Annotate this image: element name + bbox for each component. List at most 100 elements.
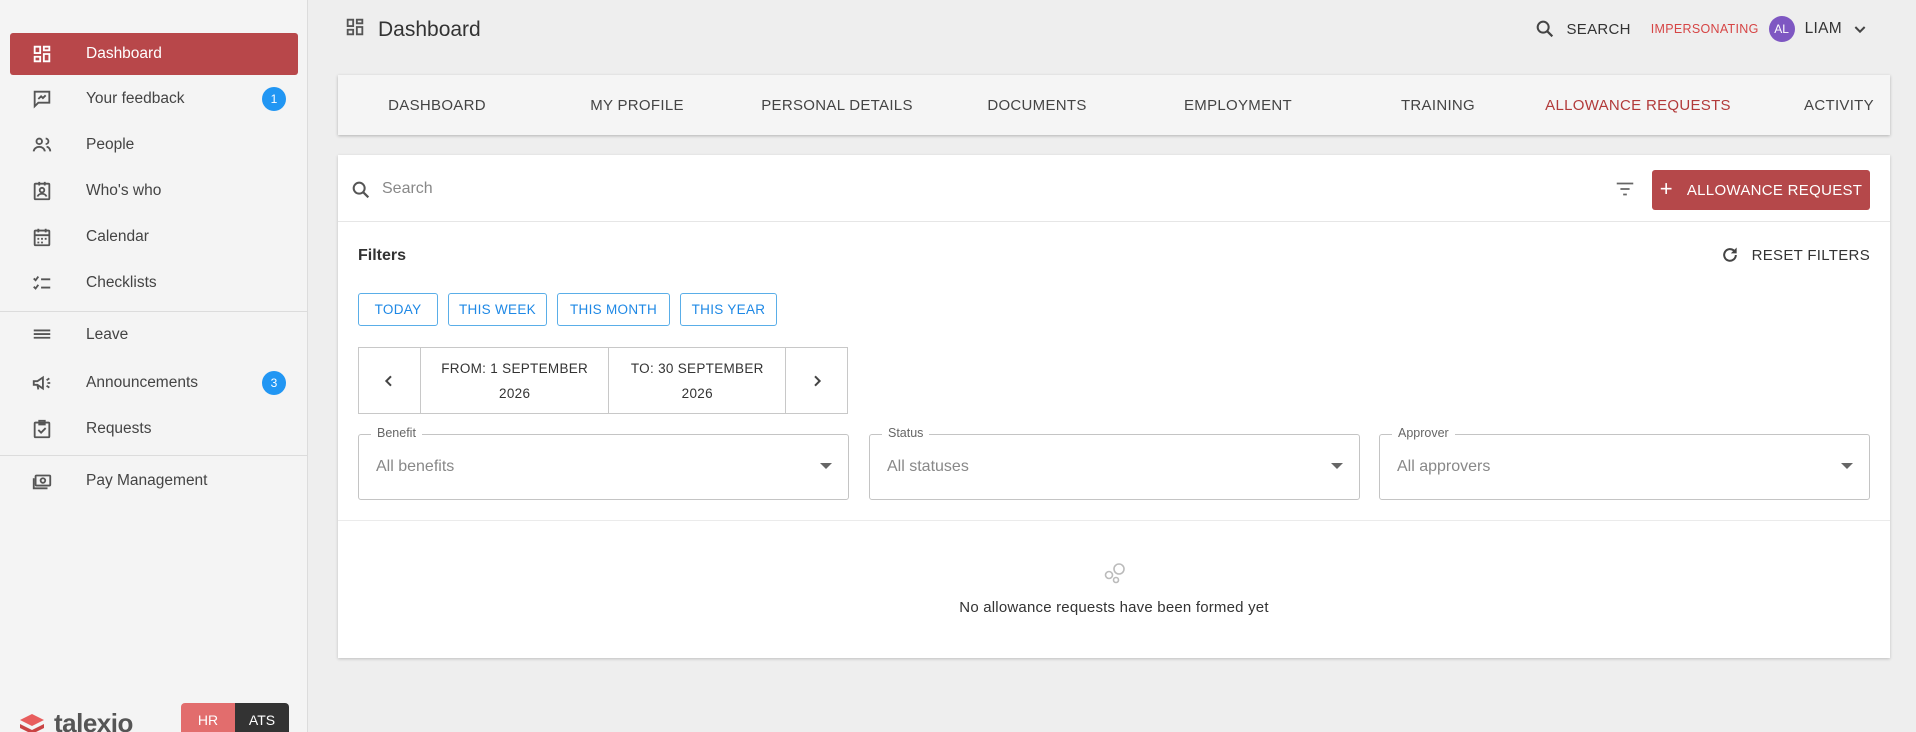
dashboard-icon <box>30 42 54 66</box>
dropdown-arrow-icon <box>1841 463 1853 469</box>
sidebar-item-label: Announcements <box>86 374 199 391</box>
tab-dashboard[interactable]: DASHBOARD <box>388 97 486 114</box>
sidebar-item-label: People <box>86 136 135 153</box>
approver-select[interactable]: Approver All approvers <box>1379 426 1870 500</box>
tab-documents[interactable]: DOCUMENTS <box>987 97 1086 114</box>
sidebar-item-announcements[interactable]: Announcements 3 <box>10 362 298 404</box>
search-icon <box>350 179 372 206</box>
chevron-left-icon <box>385 375 393 386</box>
sidebar-item-checklists[interactable]: Checklists <box>10 262 298 304</box>
approver-select-label: Approver <box>1392 426 1455 440</box>
profile-tabs: DASHBOARD MY PROFILE PERSONAL DETAILS DO… <box>338 75 1890 135</box>
logo-icon <box>20 713 44 732</box>
sidebar-item-label: Pay Management <box>86 472 208 489</box>
status-select[interactable]: Status All statuses <box>869 426 1360 500</box>
sidebar-item-dashboard[interactable]: Dashboard <box>10 33 298 75</box>
filter-this-year-button[interactable]: THIS YEAR <box>680 293 777 326</box>
impersonating-label: IMPERSONATING <box>1650 22 1759 36</box>
calendar-icon <box>30 225 54 249</box>
sidebar: Dashboard Your feedback 1 People Who's w… <box>0 0 308 732</box>
dropdown-arrow-icon <box>1331 463 1343 469</box>
sidebar-item-calendar[interactable]: Calendar <box>10 216 298 258</box>
filters-heading: Filters <box>358 247 407 264</box>
tab-allowance-requests[interactable]: ALLOWANCE REQUESTS <box>1545 97 1731 114</box>
chevron-right-icon <box>813 375 821 386</box>
header-actions: SEARCH IMPERSONATING AL LIAM <box>1534 16 1868 42</box>
empty-state-message: No allowance requests have been formed y… <box>959 599 1269 616</box>
badge-icon <box>30 179 54 203</box>
leave-icon <box>30 323 54 347</box>
previous-period-button[interactable] <box>359 348 420 413</box>
date-to-line1: TO: 30 SEPTEMBER <box>630 360 764 376</box>
approver-select-value: All approvers <box>1397 458 1491 475</box>
dashboard-icon <box>344 16 366 43</box>
brand-name: talexio <box>54 708 133 732</box>
next-period-button[interactable] <box>786 348 847 413</box>
avatar[interactable]: AL <box>1768 16 1795 42</box>
sidebar-item-label: Your feedback <box>86 90 185 107</box>
date-from-line1: FROM: 1 SEPTEMBER <box>441 360 589 376</box>
page-title: Dashboard <box>378 17 481 41</box>
notification-badge: 1 <box>262 87 286 111</box>
date-from-line2: 2026 <box>499 385 531 401</box>
sidebar-item-label: Requests <box>86 420 152 437</box>
benefit-select[interactable]: Benefit All benefits <box>358 426 849 500</box>
megaphone-icon <box>30 371 54 395</box>
sidebar-item-whos-who[interactable]: Who's who <box>10 170 298 212</box>
sidebar-divider <box>0 311 308 312</box>
filter-this-week-button[interactable]: THIS WEEK <box>448 293 547 326</box>
sidebar-item-label: Who's who <box>86 182 162 199</box>
filter-this-month-button[interactable]: THIS MONTH <box>557 293 670 326</box>
hr-toggle[interactable]: HR <box>181 703 235 732</box>
tab-personal-details[interactable]: PERSONAL DETAILS <box>761 97 913 114</box>
tab-my-profile[interactable]: MY PROFILE <box>590 97 684 114</box>
sidebar-item-leave[interactable]: Leave <box>10 314 298 356</box>
sidebar-item-feedback[interactable]: Your feedback 1 <box>10 78 298 120</box>
section-divider <box>338 520 1890 521</box>
chevron-down-icon[interactable] <box>1852 21 1868 37</box>
tab-activity[interactable]: ACTIVITY <box>1804 97 1874 114</box>
date-to-line2: 2026 <box>681 385 713 401</box>
add-allowance-request-button[interactable]: + ALLOWANCE REQUEST <box>1652 170 1870 210</box>
sidebar-item-label: Calendar <box>86 228 149 245</box>
search-label: SEARCH <box>1566 20 1631 38</box>
search-bar: + ALLOWANCE REQUEST <box>338 155 1890 222</box>
status-select-label: Status <box>882 426 930 440</box>
status-select-value: All statuses <box>887 458 969 475</box>
dropdown-arrow-icon <box>820 463 832 469</box>
requests-icon <box>30 417 54 441</box>
add-button-label: ALLOWANCE REQUEST <box>1686 181 1863 199</box>
payment-icon <box>30 469 54 493</box>
date-to[interactable]: TO: 30 SEPTEMBER 2026 <box>608 348 787 413</box>
reset-filters-button[interactable]: RESET FILTERS <box>1720 245 1870 265</box>
sidebar-divider <box>0 455 308 456</box>
filter-icon[interactable] <box>1614 178 1636 205</box>
sidebar-item-label: Checklists <box>86 274 157 291</box>
global-search-button[interactable]: SEARCH <box>1534 18 1630 40</box>
search-input[interactable] <box>382 175 1562 203</box>
brand-logo: talexio <box>18 708 133 732</box>
refresh-icon <box>1722 247 1737 262</box>
date-range-picker: FROM: 1 SEPTEMBER 2026 TO: 30 SEPTEMBER 20… <box>358 347 848 414</box>
sidebar-item-requests[interactable]: Requests <box>10 408 298 450</box>
feedback-icon <box>30 87 54 111</box>
empty-state-icon <box>1102 561 1128 590</box>
sidebar-item-people[interactable]: People <box>10 124 298 166</box>
date-from[interactable]: FROM: 1 SEPTEMBER 2026 <box>419 348 609 413</box>
notification-badge: 3 <box>262 371 286 395</box>
tab-training[interactable]: TRAINING <box>1401 97 1475 114</box>
page-header: Dashboard <box>344 16 481 43</box>
benefit-select-label: Benefit <box>371 426 422 440</box>
sidebar-item-label: Leave <box>86 326 129 343</box>
filter-today-button[interactable]: TODAY <box>358 293 438 326</box>
people-icon <box>30 133 54 157</box>
sidebar-item-pay-management[interactable]: Pay Management <box>10 460 298 502</box>
tab-employment[interactable]: EMPLOYMENT <box>1184 97 1292 114</box>
allowance-requests-card: + ALLOWANCE REQUEST Filters RESET FILTER… <box>338 155 1890 658</box>
search-icon <box>1537 20 1554 38</box>
user-name[interactable]: LIAM <box>1805 20 1842 38</box>
plus-icon: + <box>1659 176 1673 201</box>
benefit-select-value: All benefits <box>376 458 455 475</box>
ats-toggle[interactable]: ATS <box>235 703 289 732</box>
reset-filters-label: RESET FILTERS <box>1751 246 1870 264</box>
